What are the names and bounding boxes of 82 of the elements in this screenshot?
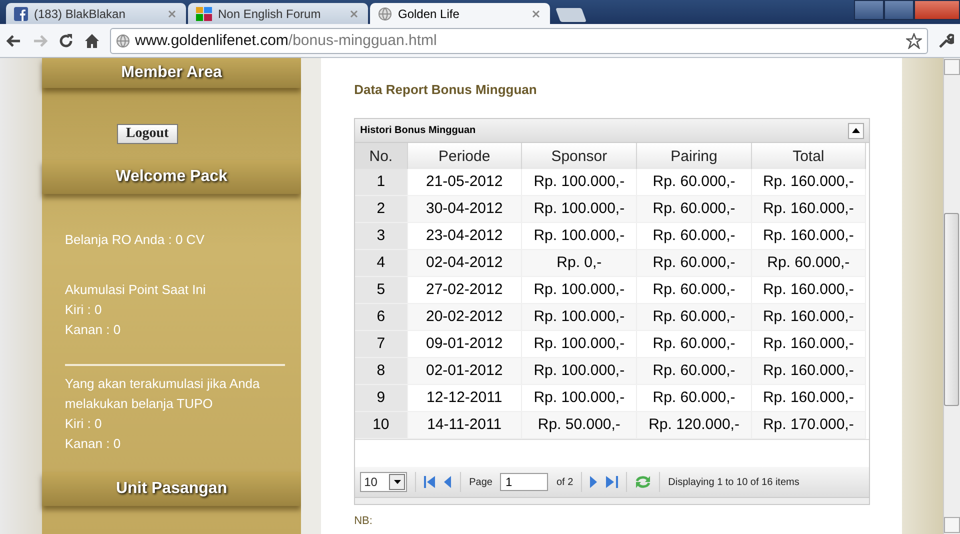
table-cell: 02-04-2012 <box>407 250 522 276</box>
table-cell: 4 <box>355 250 408 276</box>
table-cell: 14-11-2011 <box>407 412 522 438</box>
info-text: Kiri : 0 <box>64 301 103 319</box>
table-cell: Rp. 50.000,- <box>521 412 637 438</box>
maximize-button[interactable] <box>884 0 914 20</box>
resize-grip[interactable] <box>355 497 870 504</box>
table-cell: 6 <box>355 304 408 330</box>
close-icon[interactable] <box>168 10 178 18</box>
table-cell: Rp. 60.000,- <box>636 196 752 222</box>
table-cell: 3 <box>355 222 408 250</box>
table-cell: Rp. 100.000,- <box>521 358 637 384</box>
caret-up-icon <box>852 128 860 133</box>
table-cell: Rp. 100.000,- <box>521 304 637 330</box>
table-cell: Rp. 170.000,- <box>751 412 866 438</box>
page-size-select[interactable]: 10 <box>360 472 408 492</box>
table-cell: 30-04-2012 <box>407 196 522 222</box>
info-text: Kanan : 0 <box>64 321 122 339</box>
table-cell: Rp. 100.000,- <box>521 196 637 222</box>
close-button[interactable] <box>914 0 960 20</box>
logout-button[interactable]: Logout <box>116 124 178 144</box>
globe-icon <box>378 6 392 20</box>
f-logo-icon <box>14 6 28 20</box>
column-header[interactable]: Pairing <box>636 143 752 169</box>
column-header[interactable]: Periode <box>407 143 522 169</box>
previous-page-icon[interactable] <box>444 476 452 488</box>
table-cell: Rp. 60.000,- <box>636 304 752 330</box>
close-icon[interactable] <box>532 10 542 18</box>
collapse-button[interactable] <box>848 122 864 138</box>
table-cell: Rp. 120.000,- <box>636 412 752 438</box>
info-text: Akumulasi Point Saat Ini <box>64 281 207 299</box>
home-icon[interactable] <box>84 32 100 48</box>
table-cell: Rp. 160.000,- <box>751 304 866 330</box>
last-page-icon[interactable] <box>606 476 618 488</box>
column-header[interactable]: Total <box>751 143 866 169</box>
column-header[interactable]: Sponsor <box>521 143 637 169</box>
table-cell: Rp. 160.000,- <box>751 196 866 222</box>
next-page-icon[interactable] <box>590 476 598 488</box>
browser-tab[interactable]: (183) BlakBlakan <box>6 3 186 24</box>
minimize-button[interactable] <box>854 0 884 20</box>
note-label: NB: <box>354 515 374 527</box>
page-label: Page <box>469 476 492 488</box>
table-cell: 8 <box>355 358 408 384</box>
close-icon[interactable] <box>350 10 360 18</box>
new-tab-button[interactable] <box>555 8 587 22</box>
globe-icon <box>116 34 130 48</box>
refresh-icon[interactable] <box>635 475 652 489</box>
table-cell: Rp. 60.000,- <box>751 250 866 276</box>
table-cell: 9 <box>355 384 408 412</box>
star-icon[interactable] <box>906 32 922 48</box>
table-cell: 02-01-2012 <box>407 358 522 384</box>
colorful-tiles-icon <box>196 6 212 20</box>
table-cell: 1 <box>355 169 408 196</box>
table-cell: Rp. 60.000,- <box>636 358 752 384</box>
browser-tab[interactable]: Golden Life <box>370 3 550 24</box>
page-count: of 2 <box>556 476 574 488</box>
first-page-icon[interactable] <box>424 476 436 488</box>
browser-tab[interactable]: Non English Forum <box>188 3 368 24</box>
column-header[interactable]: No. <box>355 143 408 169</box>
table-cell: 2 <box>355 196 408 222</box>
pagination-status: Displaying 1 to 10 of 16 items <box>668 476 800 488</box>
info-text: Kiri : 0 <box>64 415 103 433</box>
info-text: Yang akan terakumulasi jika Anda melakukan belanja TUPO <box>64 375 261 413</box>
section-heading: Unit Pasangan <box>42 472 302 506</box>
caret-down-icon <box>394 480 401 484</box>
address-bar[interactable]: www.goldenlifenet.com/bonus-mingguan.html <box>110 28 928 54</box>
section-heading: Member Area <box>42 58 302 88</box>
table-cell: Rp. 0,- <box>521 250 637 276</box>
table-cell: 5 <box>355 276 408 304</box>
table-cell: Rp. 160.000,- <box>751 358 866 384</box>
section-heading: Welcome Pack <box>42 160 302 194</box>
table-cell: Rp. 60.000,- <box>636 250 752 276</box>
page-number-field[interactable]: 1 <box>500 473 548 491</box>
table-cell: 7 <box>355 330 408 358</box>
page-title: Data Report Bonus Mingguan <box>354 82 538 97</box>
table-cell: 10 <box>355 412 408 438</box>
info-text: Belanja RO Anda : 0 CV <box>64 231 206 249</box>
back-icon[interactable] <box>6 32 22 48</box>
info-text: Kanan : 0 <box>64 435 122 453</box>
grid-title: Histori Bonus Mingguan <box>360 125 476 136</box>
table-cell: 20-02-2012 <box>407 304 522 330</box>
reload-icon[interactable] <box>58 32 74 48</box>
